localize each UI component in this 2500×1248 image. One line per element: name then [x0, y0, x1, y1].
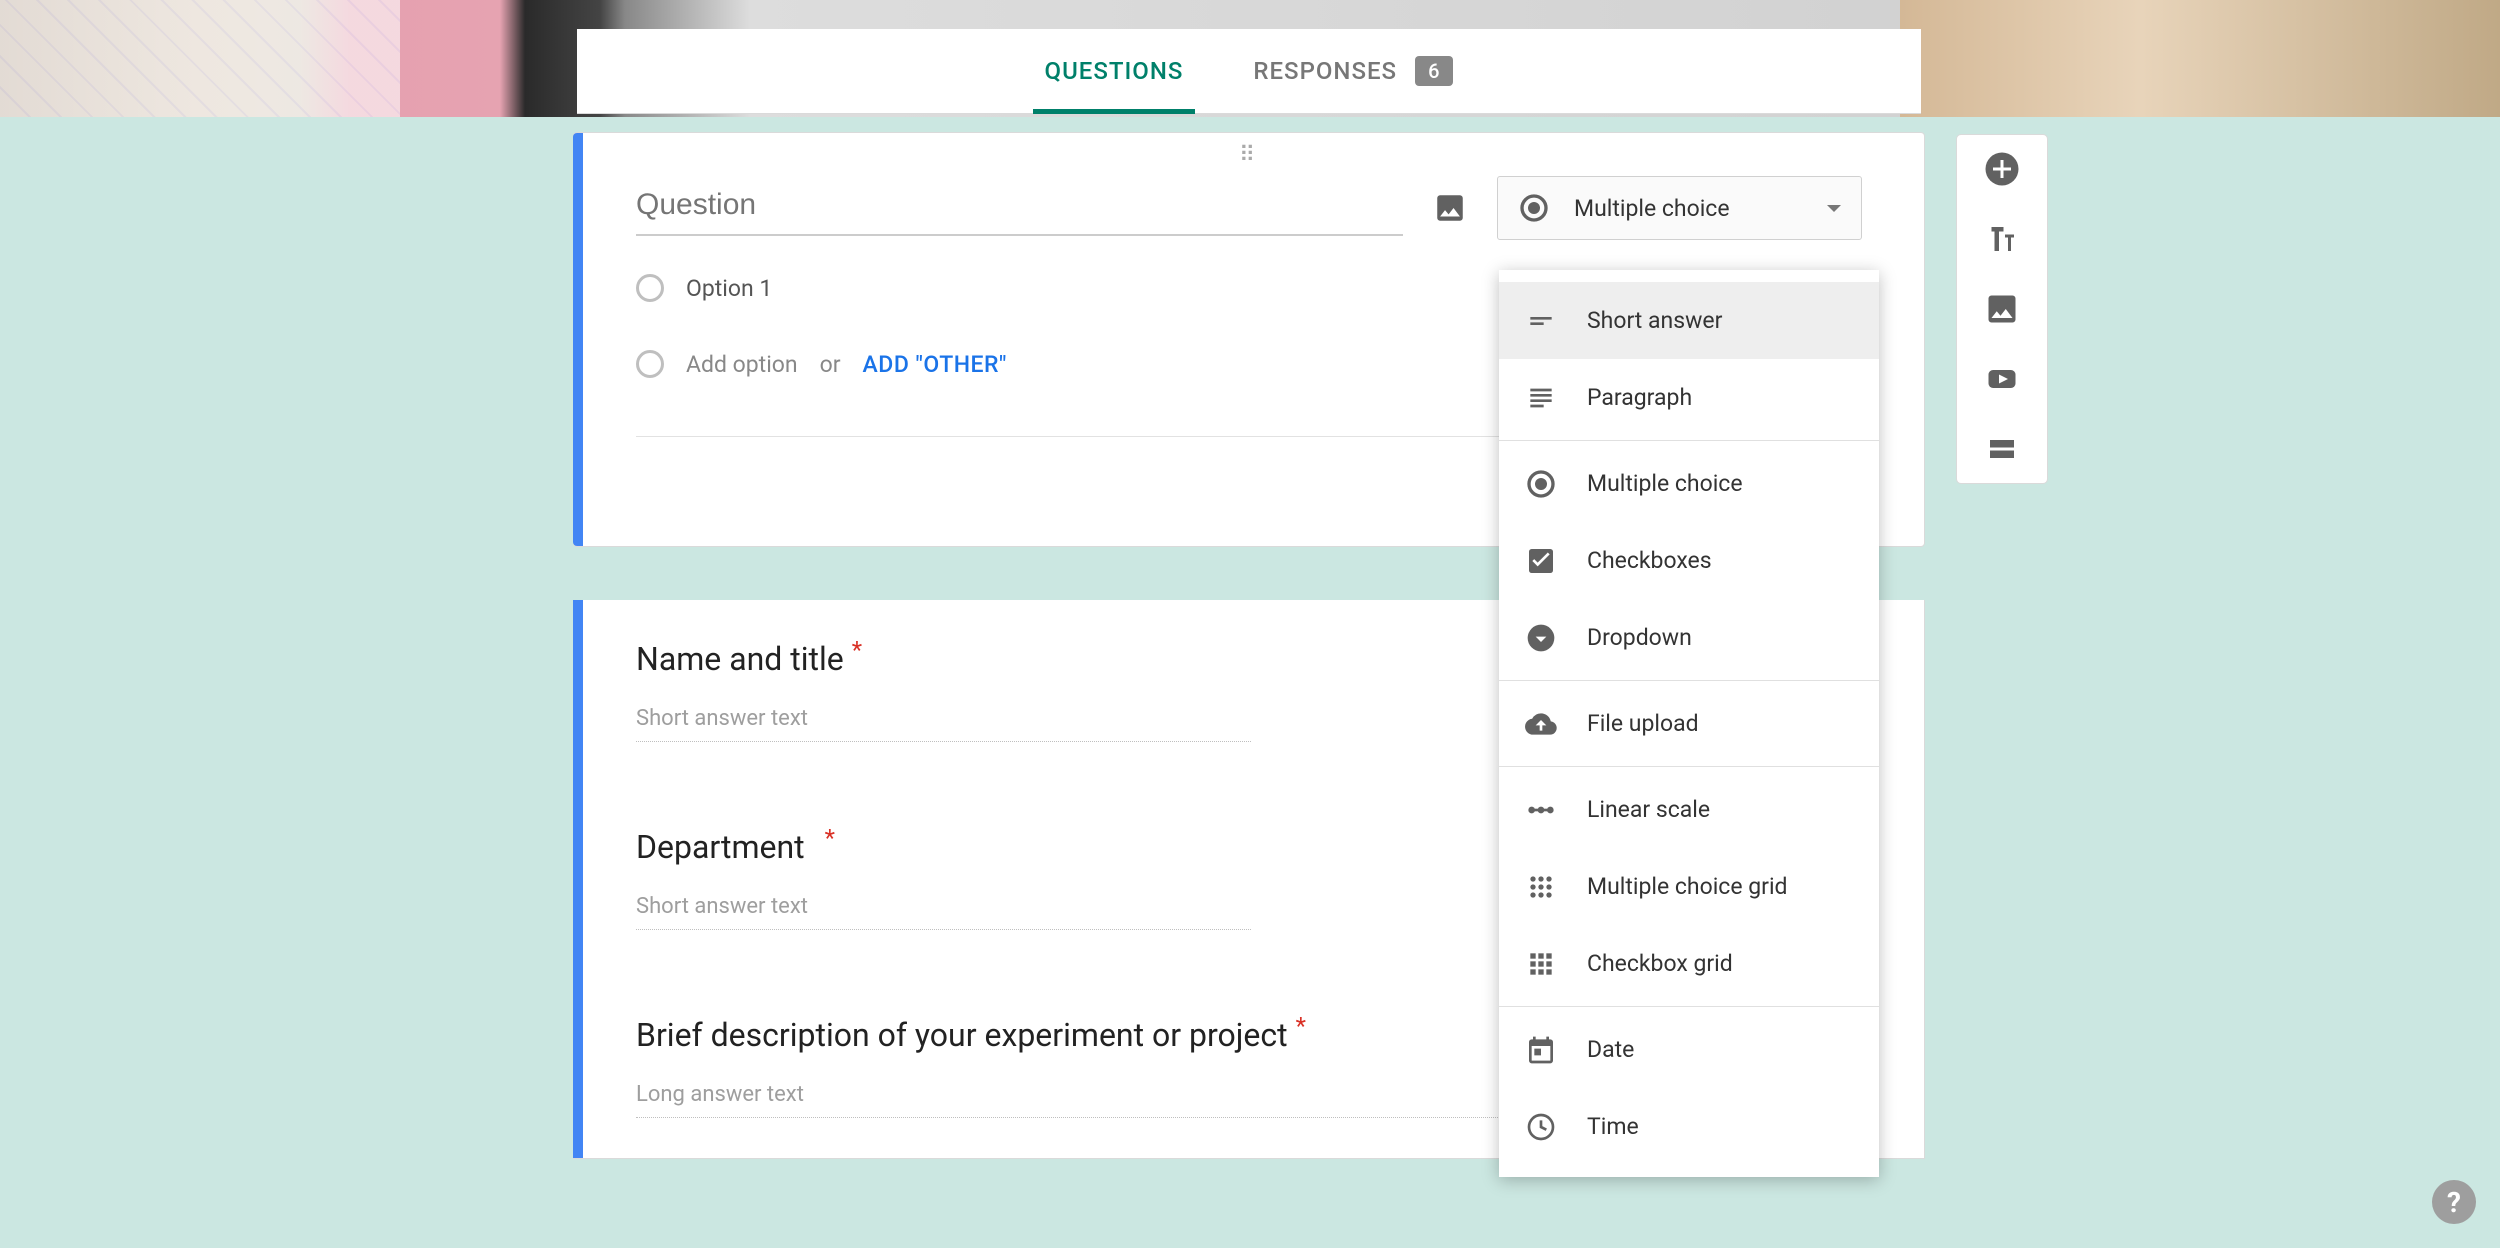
dot-grid-icon: [1525, 871, 1557, 903]
radio-icon: [1518, 192, 1550, 224]
menu-short-answer[interactable]: Short answer: [1499, 282, 1879, 359]
menu-file-upload[interactable]: File upload: [1499, 685, 1879, 762]
menu-separator: [1499, 440, 1879, 441]
radio-empty-icon: [636, 274, 664, 302]
menu-label: Multiple choice grid: [1587, 873, 1788, 900]
menu-multiple-choice[interactable]: Multiple choice: [1499, 445, 1879, 522]
menu-paragraph[interactable]: Paragraph: [1499, 359, 1879, 436]
menu-label: File upload: [1587, 710, 1699, 737]
menu-separator: [1499, 680, 1879, 681]
question-title-input[interactable]: [636, 180, 1403, 236]
question-title: Brief description of your experiment or …: [636, 1016, 1288, 1054]
checkbox-icon: [1525, 545, 1557, 577]
add-section-button[interactable]: [1984, 431, 2020, 467]
menu-separator: [1499, 1006, 1879, 1007]
add-other-link[interactable]: ADD "OTHER": [863, 351, 1007, 378]
add-title-button[interactable]: [1984, 221, 2020, 257]
required-asterisk: *: [852, 636, 862, 664]
menu-date[interactable]: Date: [1499, 1011, 1879, 1088]
answer-placeholder: Short answer text: [636, 894, 1251, 930]
add-option-link[interactable]: Add option: [686, 351, 798, 378]
menu-label: Checkbox grid: [1587, 950, 1733, 977]
option-label: Option 1: [686, 275, 772, 302]
menu-label: Linear scale: [1587, 796, 1710, 823]
or-text: or: [820, 351, 841, 378]
question-title: Name and title: [636, 640, 844, 678]
menu-label: Date: [1587, 1036, 1634, 1063]
question-type-menu: Short answer Paragraph Multiple choice C…: [1499, 270, 1879, 1177]
tab-bar: QUESTIONS RESPONSES 6: [577, 29, 1921, 114]
radio-icon: [1525, 468, 1557, 500]
menu-label: Paragraph: [1587, 384, 1692, 411]
tab-questions-label: QUESTIONS: [1045, 57, 1184, 85]
paragraph-icon: [1525, 382, 1557, 414]
tab-responses-label: RESPONSES: [1253, 57, 1397, 85]
add-video-button[interactable]: [1984, 361, 2020, 397]
chevron-down-icon: [1827, 205, 1841, 212]
drag-handle-icon[interactable]: ⠿: [574, 133, 1924, 168]
menu-cb-grid[interactable]: Checkbox grid: [1499, 925, 1879, 1002]
add-question-button[interactable]: [1984, 151, 2020, 187]
tab-responses[interactable]: RESPONSES 6: [1253, 29, 1453, 114]
form-header: QUESTIONS RESPONSES 6: [577, 29, 1921, 114]
help-button[interactable]: ?: [2432, 1180, 2476, 1224]
linear-scale-icon: [1525, 794, 1557, 826]
menu-label: Time: [1587, 1113, 1639, 1140]
question-title: Department: [636, 828, 805, 866]
active-accent: [573, 600, 583, 1158]
question-type-label: Multiple choice: [1574, 195, 1803, 222]
menu-mc-grid[interactable]: Multiple choice grid: [1499, 848, 1879, 925]
menu-separator: [1499, 766, 1879, 767]
add-image-button[interactable]: [1984, 291, 2020, 327]
dropdown-icon: [1525, 622, 1557, 654]
menu-linear-scale[interactable]: Linear scale: [1499, 771, 1879, 848]
menu-label: Short answer: [1587, 307, 1722, 334]
radio-empty-icon: [636, 350, 664, 378]
insert-image-icon[interactable]: [1433, 191, 1467, 225]
square-grid-icon: [1525, 948, 1557, 980]
required-asterisk: *: [825, 824, 835, 852]
question-type-selector[interactable]: Multiple choice: [1497, 176, 1862, 240]
short-answer-icon: [1525, 305, 1557, 337]
required-asterisk: *: [1296, 1012, 1306, 1040]
menu-label: Multiple choice: [1587, 470, 1743, 497]
menu-checkboxes[interactable]: Checkboxes: [1499, 522, 1879, 599]
active-accent: [573, 133, 583, 546]
menu-label: Checkboxes: [1587, 547, 1712, 574]
menu-time[interactable]: Time: [1499, 1088, 1879, 1165]
cloud-upload-icon: [1525, 708, 1557, 740]
tab-questions[interactable]: QUESTIONS: [1045, 29, 1184, 114]
calendar-icon: [1525, 1034, 1557, 1066]
side-toolbar: [1956, 134, 2048, 484]
menu-label: Dropdown: [1587, 624, 1692, 651]
answer-placeholder: Short answer text: [636, 706, 1251, 742]
clock-icon: [1525, 1111, 1557, 1143]
menu-dropdown[interactable]: Dropdown: [1499, 599, 1879, 676]
responses-count-badge: 6: [1415, 56, 1453, 86]
